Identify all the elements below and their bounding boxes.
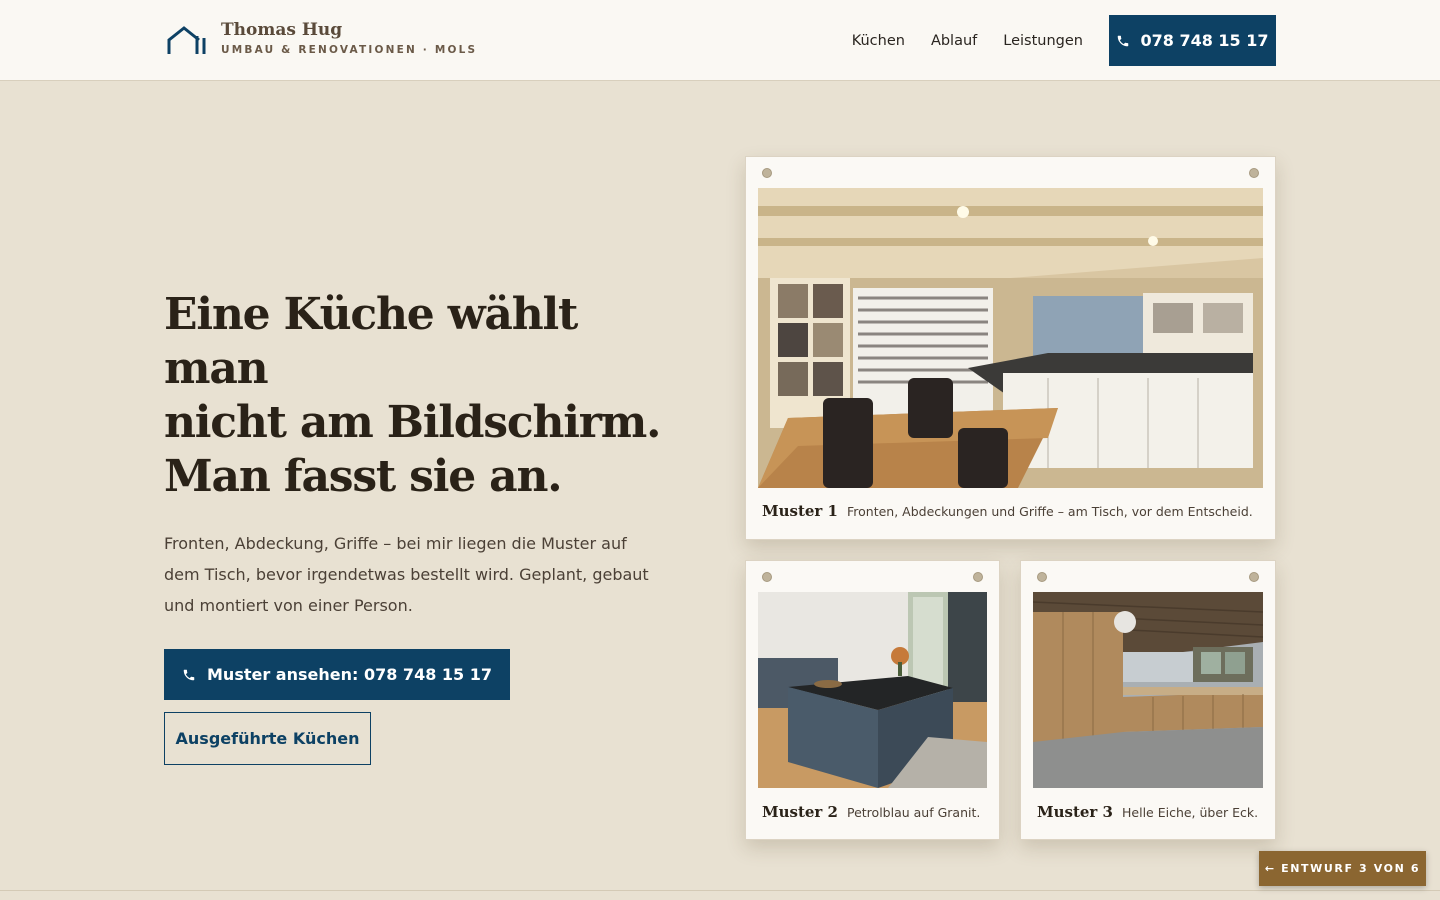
pin-icon bbox=[1249, 572, 1259, 582]
sample-title-3: Muster 3 bbox=[1037, 803, 1113, 821]
hero-headline: Eine Küche wählt man nicht am Bildschirm… bbox=[164, 288, 664, 504]
sample-card-1[interactable]: Muster 1 Fronten, Abdeckungen und Griffe… bbox=[745, 156, 1276, 540]
nav-link-ablauf[interactable]: Ablauf bbox=[931, 33, 977, 49]
sample-card-2[interactable]: Muster 2 Petrolblau auf Granit. bbox=[745, 560, 1000, 840]
pin-icon bbox=[762, 572, 772, 582]
hero-headline-line: Eine Küche wählt man bbox=[164, 289, 578, 394]
sample-text-3: Helle Eiche, über Eck. bbox=[1122, 805, 1259, 820]
hero-headline-line: Man fasst sie an. bbox=[164, 451, 563, 502]
pin-icon bbox=[973, 572, 983, 582]
show-samples-label: Muster ansehen: 078 748 15 17 bbox=[207, 665, 492, 684]
header-call-label: 078 748 15 17 bbox=[1140, 31, 1269, 50]
sample-caption-1: Muster 1 Fronten, Abdeckungen und Griffe… bbox=[762, 502, 1253, 520]
sample-title-1: Muster 1 bbox=[762, 502, 838, 520]
site-header: Thomas Hug UMBAU & RENOVATIONEN · MOLS K… bbox=[0, 0, 1440, 81]
pin-icon bbox=[762, 168, 772, 178]
sample-card-3[interactable]: Muster 3 Helle Eiche, über Eck. bbox=[1020, 560, 1276, 840]
sample-photo-3 bbox=[1033, 592, 1263, 788]
hero-headline-line: nicht am Bildschirm. bbox=[164, 397, 661, 448]
nav-link-kuechen[interactable]: Küchen bbox=[852, 33, 905, 49]
house-outline-icon bbox=[167, 26, 206, 54]
sample-caption-3: Muster 3 Helle Eiche, über Eck. bbox=[1037, 803, 1258, 821]
nav-link-leistungen[interactable]: Leistungen bbox=[1003, 33, 1083, 49]
brand-name: Thomas Hug bbox=[221, 20, 343, 40]
sample-text-1: Fronten, Abdeckungen und Griffe – am Tis… bbox=[847, 504, 1253, 519]
phone-icon bbox=[183, 669, 195, 680]
sample-caption-2: Muster 2 Petrolblau auf Granit. bbox=[762, 803, 980, 821]
sample-text-2: Petrolblau auf Granit. bbox=[847, 805, 981, 820]
brand-logo[interactable]: Thomas Hug UMBAU & RENOVATIONEN · MOLS bbox=[166, 19, 477, 62]
hero-section: Eine Küche wählt man nicht am Bildschirm… bbox=[164, 288, 664, 765]
phone-icon bbox=[1118, 35, 1129, 46]
finished-kitchens-button[interactable]: Ausgeführte Küchen bbox=[164, 712, 371, 765]
pin-icon bbox=[1249, 168, 1259, 178]
sample-photo-2 bbox=[758, 592, 987, 788]
header-call-button[interactable]: 078 748 15 17 bbox=[1109, 15, 1276, 66]
section-divider bbox=[0, 890, 1440, 891]
sample-title-2: Muster 2 bbox=[762, 803, 838, 821]
main-nav: Küchen Ablauf Leistungen 078 748 15 17 bbox=[852, 15, 1276, 66]
brand-subtitle: UMBAU & RENOVATIONEN · MOLS bbox=[221, 44, 478, 56]
pin-icon bbox=[1037, 572, 1047, 582]
sample-photo-1 bbox=[758, 188, 1263, 488]
show-samples-call-button[interactable]: Muster ansehen: 078 748 15 17 bbox=[164, 649, 510, 700]
hero-lead: Fronten, Abdeckung, Griffe – bei mir lie… bbox=[164, 534, 649, 615]
draft-navigation-badge[interactable]: ← ENTWURF 3 VON 6 bbox=[1259, 851, 1426, 886]
